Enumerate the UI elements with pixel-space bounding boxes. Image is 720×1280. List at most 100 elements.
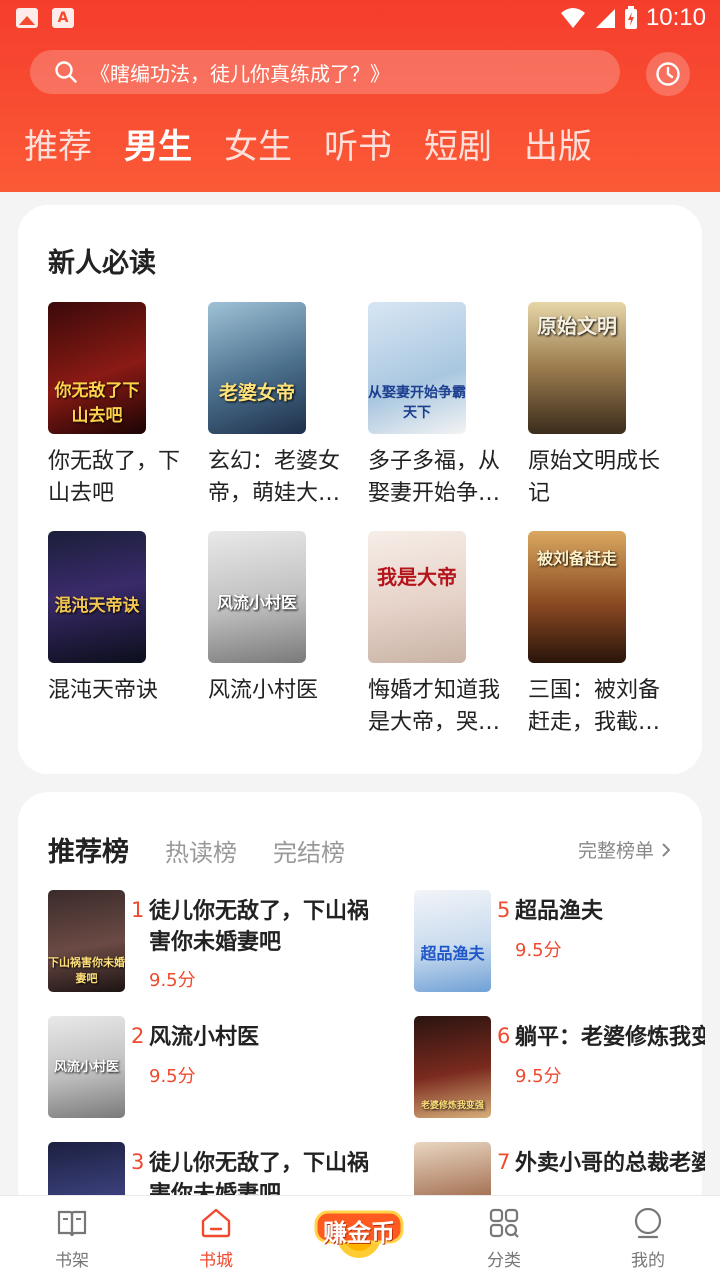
rank-book-title: 外卖小哥的总裁老婆 bbox=[515, 1151, 705, 1176]
rank-book-title: 超品渔夫 bbox=[515, 899, 604, 924]
book-title: 原始文明成长记 bbox=[528, 449, 661, 506]
home-icon bbox=[201, 1208, 231, 1238]
book-title: 玄幻：老婆女帝，萌娃大闹九州 bbox=[208, 449, 341, 506]
reading-history-button[interactable] bbox=[646, 52, 690, 96]
rank-item[interactable]: 下山祸害你未婚妻吧 1 徒儿你无敌了，下山祸害你未婚妻吧 9.5分 bbox=[48, 890, 369, 992]
rank-book-title: 风流小村医 bbox=[149, 1025, 260, 1050]
book-title: 风流小村医 bbox=[208, 678, 319, 703]
book-item[interactable]: 被刘备赶走 三国：被刘备赶走，我截胡诸葛亮 bbox=[528, 531, 668, 739]
rank-item[interactable]: 老婆修炼我变强 6 躺平：老婆修炼我变强 9.5分 bbox=[414, 1016, 705, 1118]
book-title: 多子多福，从娶妻开始争霸天下 bbox=[368, 449, 501, 506]
book-cover[interactable]: 你无敌了下山去吧 bbox=[48, 302, 146, 434]
rank-number: 1 bbox=[131, 898, 145, 922]
cover-title-art: 你无敌了下山去吧 bbox=[54, 381, 140, 426]
book-cover[interactable]: 老婆女帝 bbox=[208, 302, 306, 434]
tab-male[interactable]: 男生 bbox=[124, 120, 192, 174]
tab-hot-ranking[interactable]: 热读榜 bbox=[165, 833, 237, 868]
book-cover[interactable]: 混沌天帝诀 bbox=[48, 531, 146, 663]
rank-item[interactable]: 风流小村医 2 风流小村医 9.5分 bbox=[48, 1016, 368, 1118]
tab-recommend[interactable]: 推荐 bbox=[24, 120, 92, 174]
search-placeholder: 《瞎编功法，徒儿你真练成了？》 bbox=[90, 61, 390, 86]
clock-icon bbox=[656, 62, 680, 86]
bookshelf-icon bbox=[57, 1210, 87, 1237]
nav-label: 书架 bbox=[55, 1251, 89, 1271]
cover-title-art: 风流小村医 bbox=[216, 593, 297, 612]
category-grid-icon bbox=[489, 1208, 519, 1238]
signal-icon bbox=[595, 9, 615, 28]
profile-icon bbox=[634, 1207, 662, 1239]
book-cover[interactable]: 风流小村医 bbox=[208, 531, 306, 663]
battery-icon bbox=[624, 6, 637, 29]
cover-title-art: 老婆女帝 bbox=[218, 382, 295, 404]
status-bar: A 10:10 bbox=[0, 0, 720, 38]
channel-tabs: 推荐 男生 女生 听书 短剧 出版 bbox=[24, 120, 592, 174]
chevron-right-icon bbox=[662, 842, 671, 857]
clock: 10:10 bbox=[645, 4, 706, 31]
rank-score: 9.5分 bbox=[149, 970, 196, 991]
rank-number: 3 bbox=[131, 1150, 145, 1174]
book-item[interactable]: 我是大帝 悔婚才知道我是大帝，哭瞎了吧 bbox=[368, 531, 508, 739]
book-cover[interactable]: 老婆修炼我变强 bbox=[414, 1016, 491, 1118]
nav-label: 我的 bbox=[631, 1251, 665, 1271]
nav-label: 书城 bbox=[199, 1251, 233, 1271]
header: A 10:10 《瞎编功法，徒儿你真练成了？》 推荐 男生 女生 听书 短剧 出… bbox=[0, 0, 720, 192]
rank-number: 5 bbox=[497, 898, 511, 922]
rank-item[interactable]: 超品渔夫 5 超品渔夫 9.5分 bbox=[414, 890, 702, 992]
rank-score: 9.5分 bbox=[149, 1066, 196, 1087]
book-item[interactable]: 从娶妻开始争霸天下 多子多福，从娶妻开始争霸天下 bbox=[368, 302, 508, 510]
book-cover[interactable]: 被刘备赶走 bbox=[528, 531, 626, 663]
earn-coins-button[interactable]: 赚金币 bbox=[314, 1186, 404, 1262]
book-cover[interactable]: 风流小村医 bbox=[48, 1016, 125, 1118]
cover-title-art: 混沌天帝诀 bbox=[54, 596, 140, 616]
nav-bookstore[interactable]: 书城 bbox=[176, 1206, 256, 1271]
rank-number: 2 bbox=[131, 1024, 145, 1048]
book-cover[interactable]: 原始文明 bbox=[528, 302, 626, 434]
nav-bookshelf[interactable]: 书架 bbox=[32, 1206, 112, 1271]
nav-category[interactable]: 分类 bbox=[464, 1206, 544, 1271]
cover-title-art: 我是大帝 bbox=[377, 565, 457, 589]
rank-score: 9.5分 bbox=[515, 940, 562, 961]
cover-title-art: 原始文明 bbox=[537, 314, 617, 338]
book-item[interactable]: 老婆女帝 玄幻：老婆女帝，萌娃大闹九州 bbox=[208, 302, 348, 510]
book-title: 混沌天帝诀 bbox=[48, 678, 159, 703]
book-item[interactable]: 混沌天帝诀 混沌天帝诀 bbox=[48, 531, 188, 707]
rank-book-title: 徒儿你无敌了，下山祸害你未婚妻吧 bbox=[149, 899, 370, 955]
rank-score: 9.5分 bbox=[515, 1066, 562, 1087]
cover-title-art: 风流小村医 bbox=[53, 1060, 119, 1075]
book-cover[interactable]: 超品渔夫 bbox=[414, 890, 491, 992]
tab-completed-ranking[interactable]: 完结榜 bbox=[273, 833, 345, 868]
cover-title-art: 下山祸害你未婚妻吧 bbox=[48, 956, 125, 985]
book-title: 悔婚才知道我是大帝，哭瞎了吧 bbox=[368, 678, 501, 735]
tab-audiobook[interactable]: 听书 bbox=[324, 120, 392, 174]
search-bar[interactable]: 《瞎编功法，徒儿你真练成了？》 bbox=[30, 50, 620, 94]
ranking-tabs: 推荐榜 热读榜 完结榜 bbox=[48, 830, 345, 869]
rank-number: 7 bbox=[497, 1150, 511, 1174]
search-icon bbox=[55, 61, 77, 83]
book-title: 三国：被刘备赶走，我截胡诸葛亮 bbox=[528, 678, 661, 735]
full-list-label: 完整榜单 bbox=[577, 840, 654, 862]
rank-number: 6 bbox=[497, 1024, 511, 1048]
nav-mine[interactable]: 我的 bbox=[608, 1206, 688, 1271]
tab-publishing[interactable]: 出版 bbox=[524, 120, 592, 174]
cover-title-art: 从娶妻开始争霸天下 bbox=[368, 385, 466, 421]
cover-title-art: 老婆修炼我变强 bbox=[420, 1101, 484, 1111]
book-item[interactable]: 你无敌了下山去吧 你无敌了，下山去吧 bbox=[48, 302, 188, 510]
tab-recommend-ranking[interactable]: 推荐榜 bbox=[48, 830, 129, 869]
nav-label: 分类 bbox=[487, 1251, 521, 1271]
book-cover[interactable]: 下山祸害你未婚妻吧 bbox=[48, 890, 125, 992]
full-list-link[interactable]: 完整榜单 bbox=[578, 836, 672, 863]
new-reader-section: 新人必读 你无敌了下山去吧 你无敌了，下山去吧 老婆女帝 玄幻：老婆女帝，萌娃大… bbox=[18, 205, 702, 774]
book-item[interactable]: 风流小村医 风流小村医 bbox=[208, 531, 348, 707]
book-title: 你无敌了，下山去吧 bbox=[48, 449, 181, 506]
wifi-icon bbox=[560, 8, 585, 28]
tab-female[interactable]: 女生 bbox=[224, 120, 292, 174]
app-notification-icon: A bbox=[52, 8, 74, 28]
cover-title-art: 超品渔夫 bbox=[420, 944, 485, 963]
tab-short-drama[interactable]: 短剧 bbox=[424, 120, 492, 174]
book-item[interactable]: 原始文明 原始文明成长记 bbox=[528, 302, 668, 510]
book-cover[interactable]: 我是大帝 bbox=[368, 531, 466, 663]
section-title: 新人必读 bbox=[48, 248, 156, 279]
book-cover[interactable]: 从娶妻开始争霸天下 bbox=[368, 302, 466, 434]
gallery-notification-icon bbox=[16, 8, 38, 28]
earn-coins-label: 赚金币 bbox=[323, 1219, 395, 1247]
